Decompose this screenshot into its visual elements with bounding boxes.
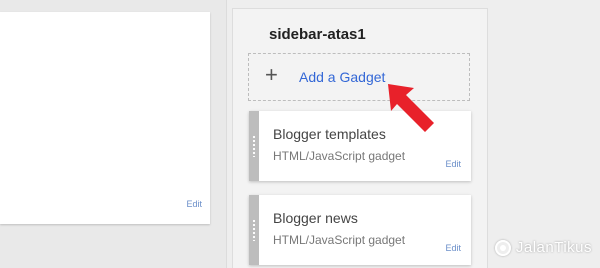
red-arrow-annotation-icon	[388, 84, 434, 132]
sidebar-title: sidebar-atas1	[269, 26, 366, 43]
drag-handle[interactable]	[249, 195, 259, 265]
watermark-text: JalanTikus	[515, 239, 592, 256]
main-gadget-card: Edit	[0, 12, 210, 224]
watermark-logo-icon	[494, 239, 511, 256]
gadget-type: HTML/JavaScript gadget	[273, 233, 406, 247]
gadget-type: HTML/JavaScript gadget	[273, 149, 406, 163]
main-edit-link[interactable]: Edit	[186, 199, 202, 209]
gadget-title: Blogger news	[273, 210, 358, 226]
main-column: Edit	[0, 0, 227, 268]
drag-dots-icon	[252, 135, 256, 157]
plus-icon: +	[265, 62, 278, 87]
add-gadget-label[interactable]: Add a Gadget	[299, 69, 385, 85]
gadget-blogger-news[interactable]: Blogger news HTML/JavaScript gadget Edit	[249, 195, 471, 265]
sidebar-section: sidebar-atas1 + Add a Gadget Blogger tem…	[232, 8, 488, 268]
gadget-edit-link[interactable]: Edit	[445, 243, 461, 253]
watermark: JalanTikus	[494, 239, 592, 256]
gadget-title: Blogger templates	[273, 126, 386, 142]
drag-handle[interactable]	[249, 111, 259, 181]
blogger-layout-editor: Edit sidebar-atas1 + Add a Gadget Blogge…	[0, 0, 600, 268]
gadget-edit-link[interactable]: Edit	[445, 159, 461, 169]
drag-dots-icon	[252, 219, 256, 241]
